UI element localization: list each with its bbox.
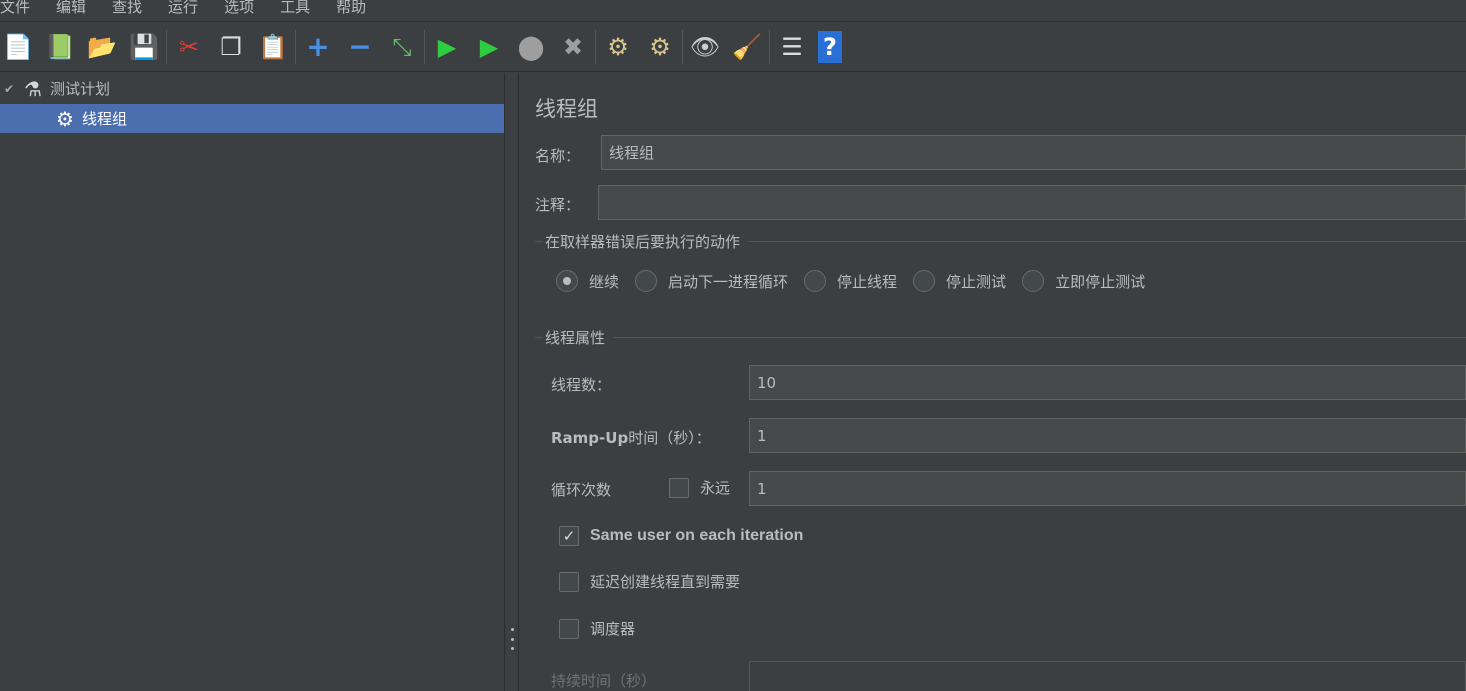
radio-circle[interactable]: [913, 270, 936, 292]
menu-item-2[interactable]: 查找: [112, 0, 142, 15]
same-user-checkbox[interactable]: ✓ Same user on each iteration: [559, 526, 803, 546]
test-plan-tree: ✔ ⚗ 测试计划 ⚙ 线程组: [0, 73, 505, 691]
group-title-text: 线程属性: [545, 329, 606, 347]
open-icon[interactable]: 📂: [86, 31, 118, 63]
help-icon[interactable]: ?: [818, 30, 842, 63]
shutdown-icon[interactable]: ✖: [557, 31, 589, 63]
toolbar-separator: [166, 29, 167, 64]
radio-label: 启动下一进程循环: [668, 272, 789, 291]
error-action-radio-4[interactable]: 立即停止测试: [1022, 270, 1145, 292]
search-icon[interactable]: 👁: [689, 31, 721, 63]
name-label: 名称：: [535, 147, 581, 165]
rampup-field[interactable]: 1: [749, 418, 1466, 453]
drag-handle-icon[interactable]: [509, 628, 515, 650]
clear-icon[interactable]: ⚙: [602, 31, 634, 63]
menu-bar: 文件 编辑 查找 运行 选项 工具 帮助: [0, 0, 1466, 22]
error-action-radio-1[interactable]: 启动下一进程循环: [635, 270, 788, 292]
tree-item-label: 测试计划: [50, 80, 111, 98]
rampup-label-rest: 时间（秒）：: [628, 429, 711, 447]
toolbar-separator: [682, 29, 683, 64]
threads-label: 线程数：: [551, 376, 612, 394]
start-no-pause-icon[interactable]: ▶: [473, 31, 505, 63]
delay-label: 延迟创建线程直到需要: [590, 573, 741, 591]
radio-circle[interactable]: [1022, 270, 1045, 292]
menu-item-3[interactable]: 运行: [168, 0, 198, 15]
menu-item-1[interactable]: 编辑: [56, 0, 86, 15]
menu-item-6[interactable]: 帮助: [336, 0, 366, 15]
expand-chevron-icon[interactable]: ✔: [0, 82, 18, 96]
duration-label: 持续时间（秒）: [551, 672, 657, 690]
radio-label: 立即停止测试: [1055, 272, 1146, 291]
save-icon[interactable]: 💾: [128, 31, 160, 63]
duration-field[interactable]: [749, 661, 1466, 691]
tree-item-thread-group[interactable]: ⚙ 线程组: [0, 104, 504, 133]
group-title-text: 在取样器错误后要执行的动作: [545, 233, 741, 251]
menu-item-5[interactable]: 工具: [280, 0, 310, 15]
error-action-radio-2[interactable]: 停止线程: [804, 270, 897, 292]
stop-icon[interactable]: ⬤: [515, 31, 547, 63]
collapse-icon[interactable]: −: [344, 31, 376, 63]
clear-all-icon[interactable]: ⚙: [644, 31, 676, 63]
start-icon[interactable]: ▶: [431, 31, 463, 63]
templates-icon[interactable]: 📗: [44, 31, 76, 63]
radio-selected-dot: [563, 277, 571, 285]
new-icon[interactable]: 📄: [2, 31, 34, 63]
scheduler-label: 调度器: [590, 620, 636, 638]
forever-label: 永远: [700, 479, 731, 497]
expand-icon[interactable]: +: [302, 31, 334, 63]
thread-group-panel: 线程组 名称： 线程组 注释： 在取样器错误后要执行的动作 继续 启动下一进程循环…: [520, 73, 1466, 691]
gear-icon: ⚙: [56, 106, 74, 131]
rampup-label-bold: Ramp-Up: [551, 429, 629, 447]
radio-label: 继续: [589, 272, 620, 291]
toolbar-separator: [424, 29, 425, 64]
delay-thread-creation-checkbox[interactable]: 延迟创建线程直到需要: [559, 571, 740, 592]
forever-checkbox[interactable]: 永远: [669, 477, 730, 498]
cut-icon[interactable]: ✂: [173, 31, 205, 63]
split-pane-divider[interactable]: [505, 73, 519, 691]
tree-item-test-plan[interactable]: ✔ ⚗ 测试计划: [0, 74, 504, 103]
function-helper-icon[interactable]: ☰: [776, 31, 808, 63]
comment-field[interactable]: [598, 185, 1466, 220]
menu-item-4[interactable]: 选项: [224, 0, 254, 15]
paste-icon[interactable]: 📋: [257, 31, 289, 63]
checkbox-box[interactable]: [559, 618, 579, 639]
menu-item-0[interactable]: 文件: [0, 0, 30, 15]
flask-icon: ⚗: [24, 76, 42, 101]
checkbox-box[interactable]: [559, 571, 579, 592]
copy-icon[interactable]: ❐: [215, 31, 247, 63]
radio-circle[interactable]: [635, 270, 658, 292]
threads-field[interactable]: 10: [749, 365, 1466, 400]
radio-circle[interactable]: [556, 270, 578, 292]
radio-label: 停止线程: [837, 272, 898, 291]
tree-item-label: 线程组: [82, 110, 128, 128]
name-field[interactable]: 线程组: [601, 135, 1466, 170]
comment-label: 注释：: [535, 196, 581, 214]
thread-properties-group-title: 线程属性: [535, 327, 1466, 348]
rampup-label: Ramp-Up时间（秒）：: [551, 427, 711, 448]
scheduler-checkbox[interactable]: 调度器: [559, 618, 635, 639]
error-action-radio-group: 继续 启动下一进程循环 停止线程 停止测试 立即停止测试: [556, 270, 1161, 292]
toggle-icon[interactable]: ⤡: [386, 31, 418, 63]
page-title: 线程组: [535, 97, 598, 121]
radio-label: 停止测试: [946, 272, 1007, 291]
reset-search-icon[interactable]: 🧹: [731, 31, 763, 63]
toolbar-separator: [295, 29, 296, 64]
toolbar-separator: [769, 29, 770, 64]
toolbar-separator: [595, 29, 596, 64]
loop-count-label: 循环次数: [551, 481, 612, 499]
error-action-group-title: 在取样器错误后要执行的动作: [535, 231, 1466, 252]
checkbox-box[interactable]: ✓: [559, 526, 579, 546]
same-user-label: Same user on each iteration: [590, 527, 804, 544]
loop-count-field[interactable]: 1: [749, 471, 1466, 506]
toolbar: 📄 📗 📂 💾 ✂ ❐ 📋 + − ⤡ ▶ ▶ ⬤ ✖ ⚙ ⚙ 👁 🧹 ☰?: [0, 22, 1466, 72]
checkbox-box[interactable]: [669, 477, 689, 498]
error-action-radio-0[interactable]: 继续: [556, 270, 619, 292]
error-action-radio-3[interactable]: 停止测试: [913, 270, 1006, 292]
radio-circle[interactable]: [804, 270, 827, 292]
